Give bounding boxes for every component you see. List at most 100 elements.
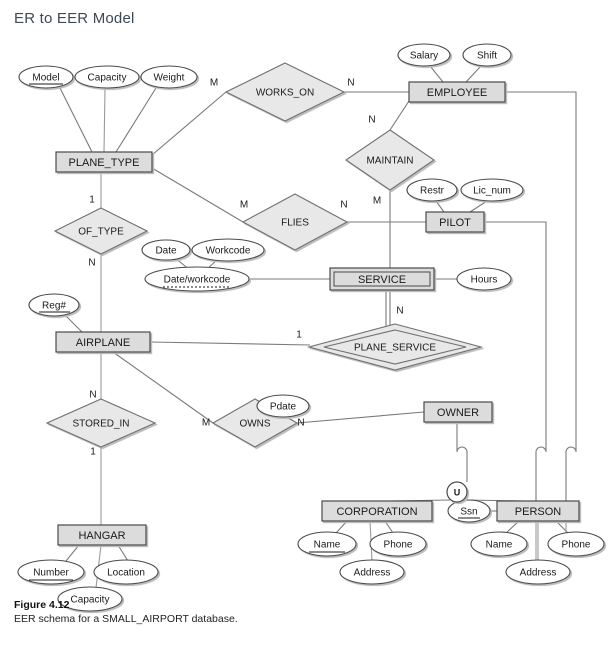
cardinality-maintain-m: M: [373, 196, 381, 207]
entity-label: PERSON: [515, 506, 562, 518]
attribute-corporation-name[interactable]: Name: [297, 531, 357, 557]
attribute-label: Capacity: [88, 73, 127, 84]
relationship-layer: WORKS_ON MAINTAIN FLIES OF_TYPE PLANE_SE…: [45, 62, 484, 448]
relationship-label: STORED_IN: [72, 419, 129, 430]
attribute-person-phone[interactable]: Phone: [547, 531, 605, 557]
attribute-shift[interactable]: Shift: [462, 43, 512, 67]
cardinality-stored-in-n: N: [89, 390, 96, 401]
edge-employee-shift: [465, 65, 482, 83]
attribute-label: Hours: [471, 275, 498, 286]
attribute-label: Date: [155, 246, 177, 257]
attribute-corporation-phone[interactable]: Phone: [369, 531, 427, 557]
figure-number: Figure 4.12: [14, 599, 70, 611]
cardinality-works-on-m: M: [210, 78, 218, 89]
attribute-date-workcode[interactable]: Date/workcode: [144, 266, 250, 292]
edge-planetype-weight: [115, 87, 157, 153]
entity-pilot[interactable]: PILOT: [425, 211, 485, 233]
relationship-label: WORKS_ON: [256, 88, 314, 99]
attribute-lic-num[interactable]: Lic_num: [460, 178, 524, 202]
relationship-label: FLIES: [281, 218, 309, 229]
attribute-label: Phone: [562, 540, 591, 551]
entity-corporation[interactable]: CORPORATION: [321, 500, 433, 522]
entity-label: PLANE_TYPE: [69, 157, 140, 169]
entity-label: AIRPLANE: [76, 337, 130, 349]
edge-planetype-workson: [151, 91, 227, 156]
relationship-of-type[interactable]: OF_TYPE: [53, 207, 149, 255]
entity-employee[interactable]: EMPLOYEE: [408, 81, 506, 103]
attribute-label: Lic_num: [473, 186, 511, 197]
edge-corp-name: [335, 520, 348, 534]
relationship-label: OF_TYPE: [78, 227, 124, 238]
attribute-number[interactable]: Number: [17, 559, 85, 585]
attribute-label: Address: [354, 568, 391, 579]
cardinality-plane-service-1: 1: [296, 330, 302, 341]
edge-planetype-capacity: [103, 87, 106, 153]
entity-plane-type[interactable]: PLANE_TYPE: [55, 151, 153, 173]
cardinality-flies-m: M: [240, 200, 248, 211]
relationship-works-on[interactable]: WORKS_ON: [224, 62, 346, 122]
entity-label: HANGAR: [78, 530, 125, 542]
attribute-reg-number[interactable]: Reg#: [28, 293, 80, 317]
attribute-hours[interactable]: Hours: [456, 267, 512, 291]
relationship-label: MAINTAIN: [366, 156, 413, 167]
figure-description: EER schema for a SMALL_AIRPORT database.: [14, 613, 238, 625]
attribute-model[interactable]: Model: [18, 65, 74, 89]
attribute-corporation-address[interactable]: Address: [339, 559, 405, 585]
cardinality-of-type-1: 1: [89, 195, 95, 206]
attribute-person-name[interactable]: Name: [470, 531, 528, 557]
edge-pilot-licnum: [469, 200, 488, 213]
attribute-label: Date/workcode: [164, 275, 231, 286]
attribute-label: Address: [520, 568, 557, 579]
entity-label: EMPLOYEE: [427, 87, 488, 99]
attribute-person-address[interactable]: Address: [505, 559, 571, 585]
attribute-label: Location: [107, 568, 145, 579]
entity-person[interactable]: PERSON: [496, 500, 580, 522]
edge-employee-person: [505, 91, 577, 501]
attribute-label: Name: [486, 540, 513, 551]
entity-label: SERVICE: [358, 274, 406, 286]
edge-hangar-location: [117, 544, 129, 562]
attribute-pdate[interactable]: Pdate: [256, 394, 310, 418]
edge-planetype-model: [59, 87, 93, 153]
edge-hangar-number: [65, 544, 80, 562]
entity-owner[interactable]: OWNER: [423, 401, 493, 423]
attribute-restr[interactable]: Restr: [406, 178, 458, 202]
edge-employee-maintain: [389, 100, 410, 131]
attribute-label: Pdate: [270, 402, 297, 413]
cardinality-owns-m: M: [202, 418, 210, 429]
attribute-ssn[interactable]: Ssn: [447, 499, 491, 523]
attribute-label: Name: [314, 540, 341, 551]
edge-owner-category: [456, 422, 468, 482]
edge-owns-owner: [296, 411, 425, 424]
attribute-weight[interactable]: Weight: [140, 65, 198, 89]
edge-pilot-restr: [435, 200, 445, 213]
attribute-label: Weight: [154, 73, 185, 84]
cardinality-owns-n: N: [297, 418, 304, 429]
eer-diagram: WORKS_ON MAINTAIN FLIES OF_TYPE PLANE_SE…: [17, 43, 605, 612]
category-union-symbol[interactable]: U: [446, 481, 468, 503]
attribute-label: Ssn: [460, 507, 477, 518]
figure-caption: Figure 4.12 EER schema for a SMALL_AIRPO…: [14, 598, 574, 626]
attribute-label: Shift: [477, 51, 497, 62]
entity-hangar[interactable]: HANGAR: [57, 524, 147, 546]
entity-label: CORPORATION: [336, 506, 417, 518]
relationship-label: OWNS: [239, 419, 270, 430]
relationship-flies[interactable]: FLIES: [241, 193, 349, 251]
relationship-plane-service[interactable]: PLANE_SERVICE: [306, 323, 484, 371]
attribute-workcode[interactable]: Workcode: [191, 238, 265, 262]
attribute-location[interactable]: Location: [93, 559, 159, 585]
attribute-salary[interactable]: Salary: [397, 43, 451, 67]
edge-pilot-person: [484, 221, 547, 501]
attribute-label: Salary: [410, 51, 438, 62]
entity-airplane[interactable]: AIRPLANE: [55, 331, 151, 353]
cardinality-maintain-n: N: [368, 115, 375, 126]
attribute-label: Model: [32, 73, 59, 84]
cardinality-plane-service-n: N: [396, 306, 403, 317]
entity-label: PILOT: [439, 217, 471, 229]
relationship-stored-in[interactable]: STORED_IN: [45, 398, 157, 448]
entity-service[interactable]: SERVICE: [329, 267, 435, 291]
cardinality-stored-in-1: 1: [90, 447, 96, 458]
category-label: U: [454, 487, 461, 497]
attribute-date[interactable]: Date: [141, 239, 191, 261]
attribute-capacity-planetype[interactable]: Capacity: [74, 65, 140, 89]
